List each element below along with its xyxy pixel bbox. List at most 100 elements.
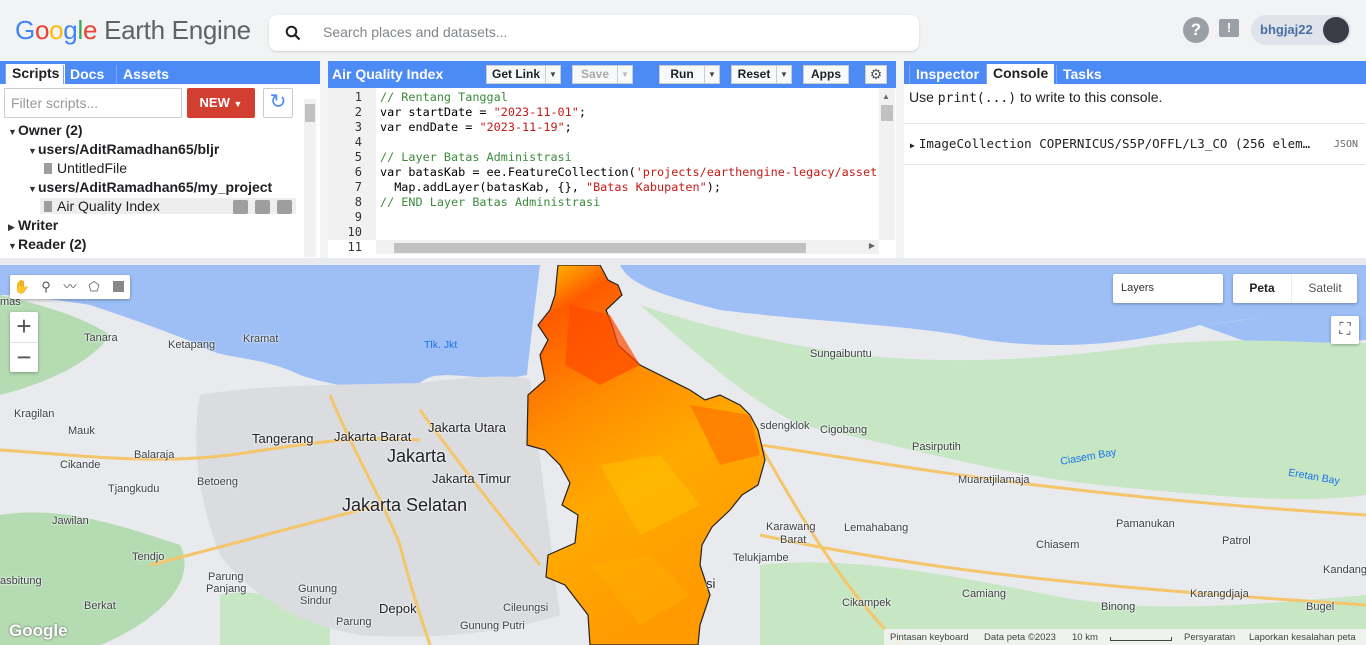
keyboard-shortcuts-link[interactable]: Pintasan keyboard <box>890 632 969 643</box>
feedback-icon[interactable]: ! <box>1219 19 1239 37</box>
tab-inspector[interactable]: Inspector <box>909 65 985 84</box>
help-icon[interactable]: ? <box>1183 17 1209 43</box>
tab-tasks[interactable]: Tasks <box>1056 65 1108 84</box>
code-line[interactable]: Map.addLayer(batasKab, {}, "Batas Kabupa… <box>380 180 721 194</box>
script-file-item[interactable]: Air Quality Index <box>40 198 296 214</box>
map-type-satelit[interactable]: Satelit <box>1291 274 1358 303</box>
layers-dropdown[interactable]: Layers <box>1113 274 1223 303</box>
scale-bar <box>1110 637 1172 641</box>
run-button[interactable]: Run <box>659 65 705 84</box>
collapse-arrow-icon[interactable]: ▼ <box>8 127 18 137</box>
map-canvas[interactable]: mas Tanara Ketapang Kramat Tlk. Jkt Sungaibun… <box>0 265 1366 645</box>
tab-assets[interactable]: Assets <box>116 65 175 84</box>
map-place-label: Tlk. Jkt <box>424 339 458 351</box>
collapse-arrow-icon[interactable]: ▼ <box>8 241 18 251</box>
scrollbar-thumb[interactable] <box>881 105 893 121</box>
filter-scripts-input[interactable] <box>4 88 182 118</box>
scroll-right-icon[interactable]: ▶ <box>869 241 875 250</box>
map-place-label: Barat <box>780 534 807 546</box>
terms-link[interactable]: Persyaratan <box>1184 632 1235 643</box>
collapse-arrow-icon[interactable]: ▼ <box>28 146 38 156</box>
gear-icon[interactable]: ⚙ <box>865 65 887 84</box>
map-place-label: Kandang <box>1323 564 1366 576</box>
code-line[interactable]: // Rentang Tanggal <box>380 90 508 104</box>
code-token: 'projects/earthengine-legacy/assets <box>635 165 878 179</box>
code-editor-panel: Air Quality Index Get Link ▼ Save ▼ Run … <box>328 61 896 258</box>
map-place-label: Sindur <box>300 595 332 607</box>
reset-dropdown[interactable]: ▼ <box>776 65 792 84</box>
map-splitter[interactable] <box>0 258 1366 265</box>
zoom-in-button[interactable]: + <box>10 312 38 342</box>
delete-icon[interactable] <box>277 200 292 214</box>
map-place-label: Kragilan <box>14 408 55 420</box>
right-splitter[interactable] <box>896 61 904 258</box>
editor-vertical-scrollbar[interactable]: ▲ <box>879 88 895 240</box>
save-button[interactable]: Save <box>572 65 618 84</box>
draw-rectangle-icon[interactable] <box>106 275 130 299</box>
drawing-tools: ✋ ⚲ 〰 ⬠ <box>10 275 130 299</box>
left-splitter[interactable] <box>320 61 328 258</box>
map-type-peta[interactable]: Peta <box>1233 274 1291 303</box>
editor-horizontal-scrollbar[interactable]: ▶ <box>376 240 879 254</box>
reset-button[interactable]: Reset <box>731 65 777 84</box>
edit-icon[interactable] <box>255 200 270 214</box>
map-place-label: Tangerang <box>252 431 314 446</box>
report-error-link[interactable]: Laporkan kesalahan peta <box>1249 632 1356 643</box>
folder-item[interactable]: ▼users/AditRamadhan65/bljr <box>28 141 219 157</box>
code-line[interactable]: var startDate = "2023-11-01"; <box>380 105 586 119</box>
map-attribution: Pintasan keyboard Data peta ©2023 10 km … <box>884 629 1366 645</box>
pan-hand-icon[interactable]: ✋ <box>10 275 34 299</box>
code-token: ); <box>706 180 721 194</box>
tab-scripts[interactable]: Scripts <box>5 64 66 84</box>
code-token: ; <box>578 105 586 119</box>
scrollbar-thumb[interactable] <box>394 243 806 253</box>
get-link-dropdown[interactable]: ▼ <box>545 65 561 84</box>
map-place-label: Gunung Putri <box>460 620 525 632</box>
draw-line-icon[interactable]: 〰 <box>58 275 82 299</box>
console-output-item[interactable]: ▶ ImageCollection COPERNICUS/S5P/OFFL/L3_… <box>904 123 1366 165</box>
earth-engine-logo[interactable]: Google Earth Engine <box>15 15 251 46</box>
script-file-item[interactable]: UntitledFile <box>44 160 127 176</box>
expand-arrow-icon[interactable]: ▶ <box>910 141 915 150</box>
line-number: 4 <box>354 135 362 149</box>
folder-item[interactable]: ▶ Writer <box>8 217 58 233</box>
add-marker-icon[interactable]: ⚲ <box>34 275 58 299</box>
google-map-logo: Google <box>9 621 68 640</box>
get-link-button[interactable]: Get Link <box>486 65 546 84</box>
code-line[interactable]: // Layer Batas Administrasi <box>380 150 572 164</box>
history-icon[interactable] <box>233 200 248 214</box>
refresh-icon[interactable]: ↻ <box>263 88 293 118</box>
code-area[interactable]: // Rentang Tanggal var startDate = "2023-… <box>380 88 878 240</box>
tab-console[interactable]: Console <box>986 64 1055 84</box>
avatar[interactable] <box>1323 17 1349 43</box>
code-line[interactable]: var batasKab = ee.FeatureCollection('pro… <box>380 165 878 179</box>
run-dropdown[interactable]: ▼ <box>704 65 720 84</box>
draw-polygon-icon[interactable]: ⬠ <box>82 275 106 299</box>
code-line[interactable]: // END Layer Batas Administrasi <box>380 195 600 209</box>
json-toggle[interactable]: JSON <box>1334 139 1358 150</box>
scrollbar-thumb[interactable] <box>305 104 315 122</box>
code-line[interactable]: var endDate = "2023-11-19"; <box>380 120 572 134</box>
tab-docs[interactable]: Docs <box>63 65 110 84</box>
folder-item[interactable]: ▼Owner (2) <box>8 122 83 138</box>
apps-button[interactable]: Apps <box>803 65 849 84</box>
code-token: // Rentang Tanggal <box>380 90 508 104</box>
map-place-label: Cikampek <box>842 597 891 609</box>
scroll-up-icon[interactable]: ▲ <box>882 92 890 101</box>
search-box[interactable] <box>269 15 919 51</box>
folder-item[interactable]: ▼Reader (2) <box>8 236 86 252</box>
tree-item-label: Owner (2) <box>18 122 83 138</box>
new-button[interactable]: NEW ▼ <box>187 88 255 118</box>
folder-item[interactable]: ▼users/AditRamadhan65/my_project <box>28 179 272 195</box>
scale-label: 10 km <box>1072 632 1098 643</box>
scripts-scrollbar[interactable] <box>304 99 316 257</box>
fullscreen-icon[interactable]: ⛶ <box>1331 316 1359 344</box>
line-number-gutter: 1 2 3 4 5 6 7 8 9 10 11 <box>328 88 376 254</box>
account-chip[interactable]: bhgjaj22 <box>1251 15 1351 45</box>
code-token: var startDate = <box>380 105 494 119</box>
expand-arrow-icon[interactable]: ▶ <box>8 222 18 233</box>
search-input[interactable] <box>321 23 885 41</box>
collapse-arrow-icon[interactable]: ▼ <box>28 184 38 194</box>
save-dropdown[interactable]: ▼ <box>617 65 633 84</box>
zoom-out-button[interactable]: − <box>10 342 38 373</box>
